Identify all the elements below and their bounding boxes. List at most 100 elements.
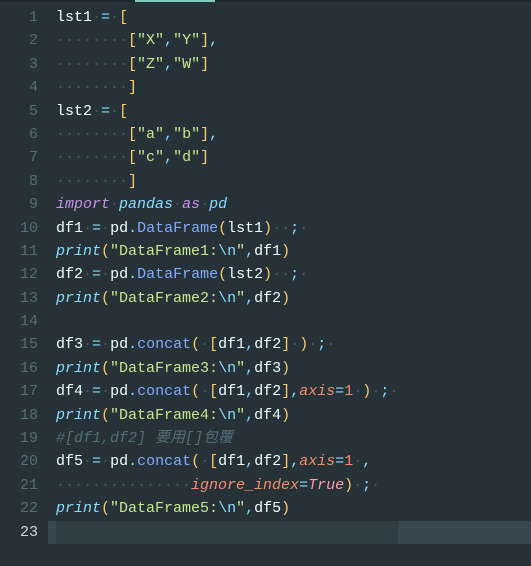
token-op: = [92,266,101,283]
code-line[interactable]: print("DataFrame5:\n",df5) [56,497,398,520]
token-num2: 1 [344,453,353,470]
line-number: 22 [6,497,38,520]
token-ws: · [110,196,119,213]
code-line[interactable]: print("DataFrame3:\n",df3) [56,357,398,380]
token-id: df5 [254,500,281,517]
token-ws: · [110,9,119,26]
code-line[interactable]: ········["Z","W"] [56,53,398,76]
token-str: " [236,243,245,260]
token-brk: [ [209,336,218,353]
token-pun: . [128,220,137,237]
token-id: df2 [56,266,83,283]
token-fn: concat [137,383,191,400]
code-line[interactable]: ···············ignore_index=True)·;· [56,474,398,497]
code-line[interactable]: print("DataFrame1:\n",df1) [56,240,398,263]
line-number: 20 [6,450,38,473]
token-pun: , [290,453,299,470]
token-brk: ( [191,453,200,470]
token-fnbi: print [56,243,101,260]
token-ws: · [173,196,182,213]
token-str: "d" [173,149,200,166]
token-brk: ] [281,336,290,353]
token-id: df1 [218,336,245,353]
token-id: df5 [56,453,83,470]
code-line[interactable]: ········["X","Y"], [56,29,398,52]
line-number: 5 [6,100,38,123]
token-ws: · [299,266,308,283]
token-id: pd [110,220,128,237]
token-op: = [101,103,110,120]
token-brk: [ [119,9,128,26]
token-pun: . [128,453,137,470]
token-brk: ) [281,360,290,377]
code-editor[interactable]: 1234567891011121314151617181920212223 ls… [0,2,531,566]
code-line[interactable]: ········] [56,170,398,193]
token-ws: · [92,103,101,120]
token-ws: · [83,336,92,353]
token-ws: · [110,103,119,120]
code-line[interactable]: import·pandas·as·pd [56,193,398,216]
line-number: 10 [6,217,38,240]
token-str: "Y" [173,32,200,49]
token-mod: pd [209,196,227,213]
token-id: lst1 [227,220,263,237]
code-area[interactable]: lst1·=·[········["X","Y"],········["Z","… [48,2,398,566]
code-line[interactable] [56,310,398,333]
code-line[interactable]: ········] [56,76,398,99]
code-line[interactable]: lst2·=·[ [56,100,398,123]
token-brk: ( [218,266,227,283]
token-ws: · [290,336,299,353]
token-brk: ] [128,79,137,96]
line-number: 17 [6,380,38,403]
token-pun: ; [290,220,299,237]
token-ws: · [101,266,110,283]
token-ws: · [308,336,317,353]
token-str: "DataFrame4: [110,407,218,424]
code-line[interactable]: df3·=·pd.concat(·[df1,df2]·)·;· [56,333,398,356]
code-line[interactable]: print("DataFrame2:\n",df2) [56,287,398,310]
token-bool: True [308,477,344,494]
token-id: pd [110,453,128,470]
token-fnbi: print [56,290,101,307]
token-brk: ) [263,266,272,283]
line-number: 8 [6,170,38,193]
code-line[interactable]: ········["a","b"], [56,123,398,146]
code-line[interactable]: ········["c","d"] [56,146,398,169]
code-line[interactable]: df5·=·pd.concat(·[df1,df2],axis=1·, [56,450,398,473]
token-kwarg: axis [299,453,335,470]
code-line[interactable]: df2·=·pd.DataFrame(lst2)··;· [56,263,398,286]
line-number: 7 [6,146,38,169]
token-ws: ·· [272,220,290,237]
token-esc: \n [218,243,236,260]
token-pun: , [245,407,254,424]
token-op: = [101,9,110,26]
code-line[interactable]: print("DataFrame4:\n",df4) [56,404,398,427]
token-brk: ] [200,32,209,49]
token-kw: as [182,196,200,213]
token-num2: 1 [344,383,353,400]
code-line[interactable] [56,521,398,544]
token-brk: ) [344,477,353,494]
line-number: 16 [6,357,38,380]
token-brk: [ [128,149,137,166]
token-brk: ] [200,56,209,73]
token-str: " [236,290,245,307]
token-ws: · [326,336,335,353]
token-str: "X" [137,32,164,49]
code-line[interactable]: df1·=·pd.DataFrame(lst1)··;· [56,217,398,240]
token-ws: · [353,383,362,400]
token-fn: DataFrame [137,220,218,237]
token-ws: · [389,383,398,400]
token-id: lst2 [56,103,92,120]
token-str: "Z" [137,56,164,73]
token-com: #[df1,df2] 要用[]包覆 [56,430,233,447]
line-number-gutter: 1234567891011121314151617181920212223 [0,2,48,566]
code-line[interactable]: #[df1,df2] 要用[]包覆 [56,427,398,450]
code-line[interactable]: df4·=·pd.concat(·[df1,df2],axis=1·)·;· [56,380,398,403]
token-pun: , [290,383,299,400]
token-pun: , [164,56,173,73]
code-line[interactable]: lst1·=·[ [56,6,398,29]
token-pun: ; [380,383,389,400]
token-pun: , [209,32,218,49]
token-id: lst1 [56,9,92,26]
